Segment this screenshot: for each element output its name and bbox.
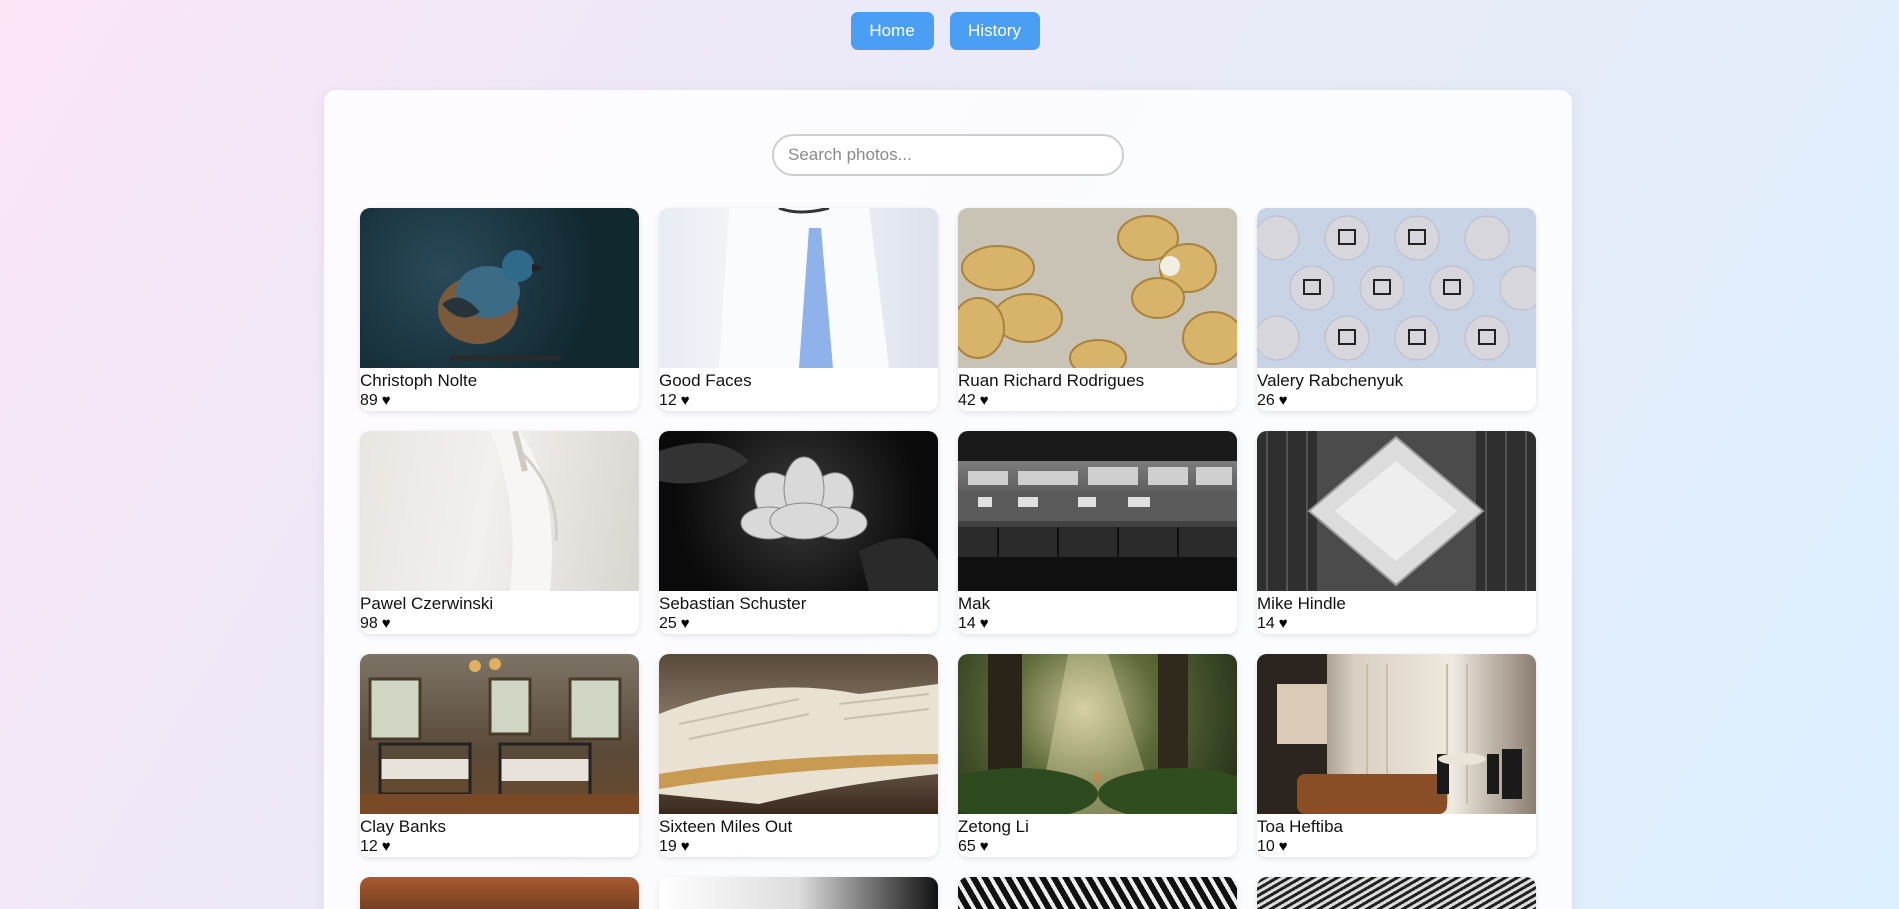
photo-thumbnail[interactable] xyxy=(1257,654,1536,814)
history-button[interactable]: History xyxy=(949,12,1040,50)
photo-likes: 12 ♥ xyxy=(360,837,639,857)
photo-card[interactable]: Valery Rabchenyuk 26 ♥ xyxy=(1257,208,1536,411)
home-button[interactable]: Home xyxy=(850,12,934,50)
photo-thumbnail[interactable] xyxy=(1257,877,1536,909)
like-count: 19 xyxy=(659,838,677,855)
photo-author: Sixteen Miles Out xyxy=(659,817,793,836)
top-nav: Home History xyxy=(0,12,1899,50)
like-count: 12 xyxy=(659,392,677,409)
photo-likes: 26 ♥ xyxy=(1257,391,1536,411)
photo-thumbnail[interactable] xyxy=(958,877,1237,909)
photo-thumbnail[interactable] xyxy=(360,877,639,909)
heart-icon: ♥ xyxy=(979,838,989,855)
photo-likes: 98 ♥ xyxy=(360,614,639,634)
photo-author: Good Faces xyxy=(659,371,752,390)
heart-icon: ♥ xyxy=(979,392,989,409)
photo-author: Toa Heftiba xyxy=(1257,817,1343,836)
photo-likes: 19 ♥ xyxy=(659,837,938,857)
photo-thumbnail[interactable] xyxy=(659,654,938,814)
photo-author: Clay Banks xyxy=(360,817,446,836)
search-input[interactable] xyxy=(772,134,1124,176)
heart-icon: ♥ xyxy=(381,615,391,632)
heart-icon: ♥ xyxy=(979,615,989,632)
photo-likes: 14 ♥ xyxy=(958,614,1237,634)
photo-likes: 10 ♥ xyxy=(1257,837,1536,857)
photo-thumbnail[interactable] xyxy=(1257,208,1536,368)
photo-author: Zetong Li xyxy=(958,817,1029,836)
photo-card[interactable]: Sebastian Schuster 25 ♥ xyxy=(659,431,938,634)
photo-author: Mike Hindle xyxy=(1257,594,1346,613)
heart-icon: ♥ xyxy=(381,838,391,855)
photo-card[interactable]: Pawel Czerwinski 98 ♥ xyxy=(360,431,639,634)
like-count: 14 xyxy=(958,615,976,632)
photo-thumbnail[interactable] xyxy=(360,654,639,814)
photo-card[interactable]: Toa Heftiba 10 ♥ xyxy=(1257,654,1536,857)
photo-author: Sebastian Schuster xyxy=(659,594,807,613)
photo-likes: 25 ♥ xyxy=(659,614,938,634)
photo-thumbnail[interactable] xyxy=(958,208,1237,368)
like-count: 65 xyxy=(958,838,976,855)
photo-author: Pawel Czerwinski xyxy=(360,594,494,613)
photo-card[interactable] xyxy=(1257,877,1536,909)
photo-likes: 12 ♥ xyxy=(659,391,938,411)
photo-card[interactable]: Good Faces 12 ♥ xyxy=(659,208,938,411)
photo-thumbnail[interactable] xyxy=(659,208,938,368)
heart-icon: ♥ xyxy=(1278,615,1288,632)
photo-likes: 42 ♥ xyxy=(958,391,1237,411)
heart-icon: ♥ xyxy=(680,838,690,855)
like-count: 25 xyxy=(659,615,677,632)
photo-card[interactable] xyxy=(659,877,938,909)
photo-card[interactable]: Zetong Li 65 ♥ xyxy=(958,654,1237,857)
like-count: 42 xyxy=(958,392,976,409)
photo-card[interactable]: Mike Hindle 14 ♥ xyxy=(1257,431,1536,634)
like-count: 26 xyxy=(1257,392,1275,409)
photo-author: Christoph Nolte xyxy=(360,371,478,390)
heart-icon: ♥ xyxy=(1278,838,1288,855)
photo-card[interactable]: Sixteen Miles Out 19 ♥ xyxy=(659,654,938,857)
photo-card[interactable]: Mak 14 ♥ xyxy=(958,431,1237,634)
photo-thumbnail[interactable] xyxy=(958,431,1237,591)
photo-author: Mak xyxy=(958,594,991,613)
heart-icon: ♥ xyxy=(1278,392,1288,409)
photo-likes: 14 ♥ xyxy=(1257,614,1536,634)
like-count: 10 xyxy=(1257,838,1275,855)
photo-grid: Christoph Nolte 89 ♥ Good Faces 12 ♥ Rua… xyxy=(360,208,1536,909)
photo-thumbnail[interactable] xyxy=(958,654,1237,814)
photo-author: Ruan Richard Rodrigues xyxy=(958,371,1145,390)
photo-thumbnail[interactable] xyxy=(659,431,938,591)
heart-icon: ♥ xyxy=(381,392,391,409)
like-count: 12 xyxy=(360,838,378,855)
photo-thumbnail[interactable] xyxy=(360,208,639,368)
photo-card[interactable] xyxy=(360,877,639,909)
like-count: 14 xyxy=(1257,615,1275,632)
photo-author: Valery Rabchenyuk xyxy=(1257,371,1404,390)
photo-card[interactable]: Ruan Richard Rodrigues 42 ♥ xyxy=(958,208,1237,411)
photo-thumbnail[interactable] xyxy=(659,877,938,909)
photo-likes: 65 ♥ xyxy=(958,837,1237,857)
like-count: 89 xyxy=(360,392,378,409)
photo-likes: 89 ♥ xyxy=(360,391,639,411)
photo-thumbnail[interactable] xyxy=(360,431,639,591)
photo-card[interactable] xyxy=(958,877,1237,909)
photo-card[interactable]: Christoph Nolte 89 ♥ xyxy=(360,208,639,411)
heart-icon: ♥ xyxy=(680,615,690,632)
photo-thumbnail[interactable] xyxy=(1257,431,1536,591)
like-count: 98 xyxy=(360,615,378,632)
heart-icon: ♥ xyxy=(680,392,690,409)
photo-card[interactable]: Clay Banks 12 ♥ xyxy=(360,654,639,857)
